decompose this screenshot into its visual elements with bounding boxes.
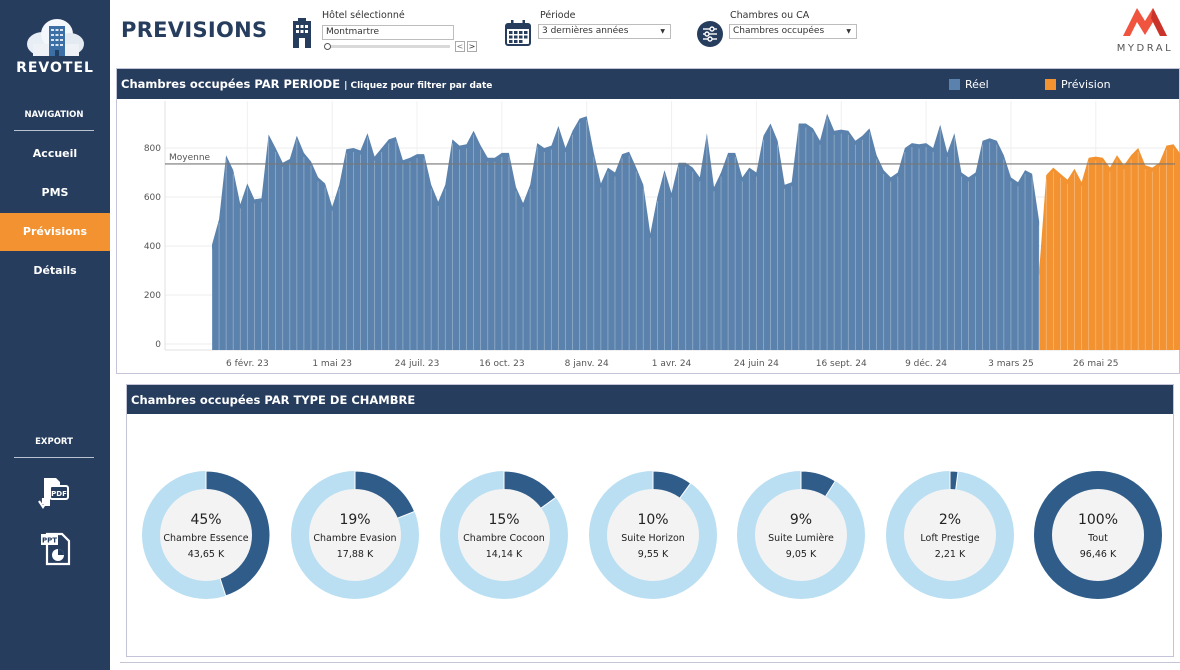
calendar-icon — [505, 20, 531, 46]
ppt-export-icon[interactable]: PPT — [38, 530, 72, 566]
donut-category: Suite Horizon — [621, 533, 685, 544]
donut-tout[interactable]: 100% Tout 96,46 K — [1033, 470, 1163, 600]
panel-divider — [120, 662, 1180, 663]
hotel-slider-knob[interactable] — [324, 43, 331, 50]
room-type-panel-header: Chambres occupées PAR TYPE DE CHAMBRE — [127, 385, 1173, 414]
export-heading: EXPORT — [14, 437, 94, 458]
period-filter-label: Période — [540, 10, 576, 21]
nav-heading: NAVIGATION — [14, 110, 94, 131]
hotel-select[interactable]: Montmartre — [322, 25, 454, 40]
donut-percent: 2% — [938, 512, 962, 528]
donut-value: 2,21 K — [934, 549, 966, 560]
donut-category: Chambre Essence — [163, 533, 249, 544]
donut-value: 14,14 K — [485, 549, 523, 560]
x-tick-label: 9 déc. 24 — [905, 358, 947, 369]
mydral-logo: MYDRAL — [1110, 4, 1180, 54]
donut-value: 9,05 K — [785, 549, 817, 560]
donut-value: 96,46 K — [1079, 549, 1117, 560]
svg-text:PPT: PPT — [42, 537, 57, 545]
metric-select[interactable]: Chambres occupées ▼ — [729, 24, 857, 39]
period-select-value: 3 dernières années — [542, 26, 629, 36]
donut-category: Tout — [1088, 533, 1108, 544]
donut-category: Suite Lumière — [768, 533, 834, 544]
chevron-down-icon: ▼ — [660, 28, 665, 35]
x-tick-label: 3 mars 25 — [988, 359, 1034, 369]
donut-suite-horizon[interactable]: 10% Suite Horizon 9,55 K — [588, 470, 718, 600]
x-tick-label: 24 juil. 23 — [395, 359, 440, 369]
donut-chambre-evasion[interactable]: 19% Chambre Evasion 17,88 K — [290, 470, 420, 600]
donut-percent: 9% — [789, 512, 813, 528]
sidebar: REVOTEL NAVIGATION Accueil PMS Prévision… — [0, 0, 110, 670]
y-tick-label: 200 — [144, 291, 161, 301]
x-tick-label: 24 juin 24 — [734, 359, 779, 369]
x-tick-label: 26 mai 25 — [1073, 359, 1118, 369]
donut-percent: 100% — [1077, 512, 1119, 528]
hotel-prev-button[interactable]: < — [455, 41, 465, 52]
donut-category: Loft Prestige — [920, 533, 980, 544]
sliders-icon — [697, 21, 723, 47]
pdf-export-icon[interactable]: PDF — [38, 476, 72, 512]
sidebar-item-details[interactable]: Détails — [0, 252, 110, 290]
sidebar-item-pms[interactable]: PMS — [0, 174, 110, 212]
donut-value: 43,65 K — [187, 549, 225, 560]
x-tick-label: 16 sept. 24 — [816, 359, 867, 369]
donut-percent: 45% — [190, 512, 222, 528]
donut-percent: 19% — [339, 512, 371, 528]
y-tick-label: 800 — [144, 144, 161, 154]
average-label: Moyenne — [169, 153, 211, 163]
x-tick-label: 8 janv. 24 — [565, 359, 609, 369]
metric-filter-label: Chambres ou CA — [730, 10, 810, 21]
cloud-hotel-icon — [27, 19, 84, 56]
donut-chambre-cocoon[interactable]: 15% Chambre Cocoon 14,14 K — [439, 470, 569, 600]
room-type-panel: Chambres occupées PAR TYPE DE CHAMBRE 45… — [126, 384, 1174, 657]
donut-suite-lumiere[interactable]: 9% Suite Lumière 9,05 K — [736, 470, 866, 600]
donut-value: 9,55 K — [637, 549, 669, 560]
donut-category: Chambre Cocoon — [463, 533, 545, 544]
x-tick-label: 16 oct. 23 — [479, 359, 524, 369]
revotel-logo[interactable]: REVOTEL — [0, 14, 110, 76]
y-tick-label: 400 — [144, 242, 161, 252]
x-tick-label: 6 févr. 23 — [226, 358, 269, 369]
donut-value: 17,88 K — [336, 549, 374, 560]
brand-name: REVOTEL — [16, 60, 94, 76]
dashboard: REVOTEL NAVIGATION Accueil PMS Prévision… — [0, 0, 1180, 670]
period-select[interactable]: 3 dernières années ▼ — [538, 24, 671, 39]
donut-loft-prestige[interactable]: 2% Loft Prestige 2,21 K — [885, 470, 1015, 600]
x-tick-label: 1 avr. 24 — [652, 359, 692, 369]
chevron-down-icon: ▼ — [846, 28, 851, 35]
hotel-filter-label: Hôtel sélectionné — [322, 10, 405, 21]
period-area-chart[interactable]: 0 200 400 600 800 6 févr. 23 1 mai 23 24 juil. … — [117, 69, 1180, 375]
y-tick-label: 0 — [155, 340, 161, 350]
sidebar-item-previsions[interactable]: Prévisions — [0, 213, 110, 251]
mydral-name: MYDRAL — [1116, 43, 1174, 54]
room-type-panel-title: Chambres occupées PAR TYPE DE CHAMBRE — [131, 393, 416, 407]
period-panel: Chambres occupées PAR PERIODE | Cliquez p… — [116, 68, 1180, 374]
donut-percent: 10% — [637, 512, 669, 528]
mydral-m-icon — [1123, 8, 1167, 36]
donut-chambre-essence[interactable]: 45% Chambre Essence 43,65 K — [141, 470, 271, 600]
area-series-reel — [212, 113, 1040, 350]
donut-category: Chambre Evasion — [313, 533, 397, 544]
donut-percent: 15% — [488, 512, 520, 528]
hotel-building-icon — [293, 18, 311, 48]
page-title: PREVISIONS — [121, 18, 268, 42]
svg-text:PDF: PDF — [51, 490, 67, 498]
hotel-slider-track[interactable] — [326, 45, 450, 48]
sidebar-item-accueil[interactable]: Accueil — [0, 135, 110, 173]
metric-select-value: Chambres occupées — [733, 26, 825, 36]
x-tick-label: 1 mai 23 — [312, 359, 352, 369]
y-tick-label: 600 — [144, 193, 161, 203]
hotel-next-button[interactable]: > — [467, 41, 477, 52]
